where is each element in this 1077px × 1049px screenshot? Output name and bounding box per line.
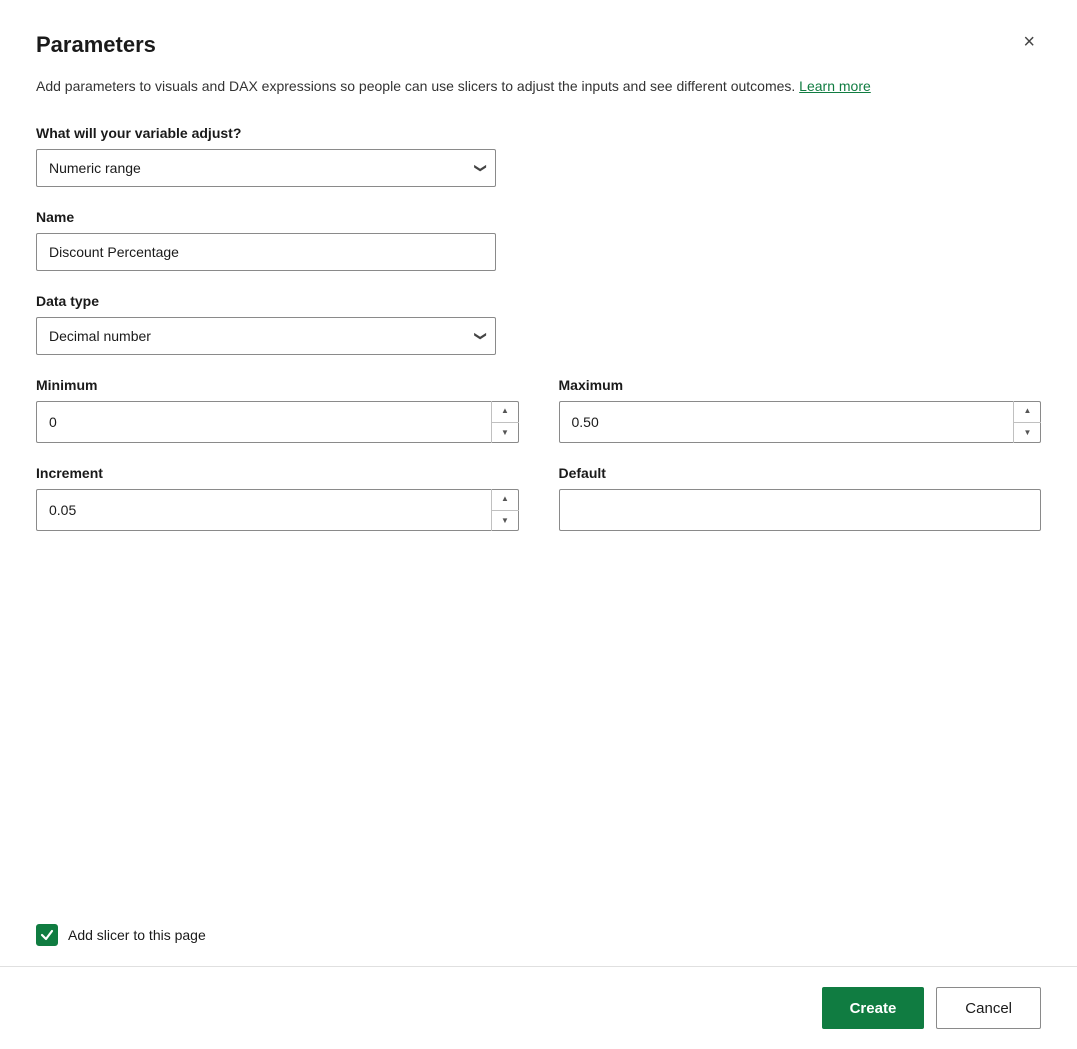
cancel-button[interactable]: Cancel [936,987,1041,1029]
add-slicer-label[interactable]: Add slicer to this page [68,927,206,943]
default-input-wrapper [559,489,1042,531]
increment-label: Increment [36,465,519,481]
default-input[interactable] [559,489,1042,531]
increment-group: Increment ▲ ▼ [36,465,519,531]
data-type-group: Data type Decimal numberWhole numberDate… [36,293,1041,355]
variable-adjust-group: What will your variable adjust? Numeric … [36,125,1041,187]
dialog-header: Parameters × [36,32,1041,58]
minimum-increment-btn[interactable]: ▲ [492,401,519,423]
data-type-select-wrapper: Decimal numberWhole numberDateText ❯ [36,317,496,355]
create-button[interactable]: Create [822,987,925,1029]
minimum-decrement-btn[interactable]: ▼ [492,423,519,444]
variable-label: What will your variable adjust? [36,125,1041,141]
close-button[interactable]: × [1017,30,1041,54]
dialog-body: Parameters × Add parameters to visuals a… [0,0,1077,904]
increment-spinner: ▲ ▼ [491,489,519,531]
parameters-dialog: Parameters × Add parameters to visuals a… [0,0,1077,1049]
learn-more-link[interactable]: Learn more [799,78,871,94]
data-type-select[interactable]: Decimal numberWhole numberDateText [36,317,496,355]
variable-select-wrapper: Numeric rangeList of valuesBoolean ❯ [36,149,496,187]
increment-input[interactable] [36,489,519,531]
increment-default-row: Increment ▲ ▼ Default [36,465,1041,553]
increment-input-wrapper: ▲ ▼ [36,489,519,531]
maximum-input-wrapper: ▲ ▼ [559,401,1042,443]
maximum-input[interactable] [559,401,1042,443]
maximum-decrement-btn[interactable]: ▼ [1014,423,1041,444]
description-text: Add parameters to visuals and DAX expres… [36,76,1041,97]
maximum-label: Maximum [559,377,1042,393]
checkmark-icon [40,928,54,942]
add-slicer-checkbox[interactable] [36,924,58,946]
increment-decrement-btn[interactable]: ▼ [492,511,519,532]
increment-increment-btn[interactable]: ▲ [492,489,519,511]
minimum-label: Minimum [36,377,519,393]
maximum-spinner: ▲ ▼ [1013,401,1041,443]
description-main: Add parameters to visuals and DAX expres… [36,78,795,94]
minimum-group: Minimum ▲ ▼ [36,377,519,443]
variable-select[interactable]: Numeric rangeList of valuesBoolean [36,149,496,187]
maximum-group: Maximum ▲ ▼ [559,377,1042,443]
name-group: Name [36,209,1041,271]
default-label: Default [559,465,1042,481]
data-type-label: Data type [36,293,1041,309]
minimum-spinner: ▲ ▼ [491,401,519,443]
minimum-input[interactable] [36,401,519,443]
default-group: Default [559,465,1042,531]
maximum-increment-btn[interactable]: ▲ [1014,401,1041,423]
name-label: Name [36,209,1041,225]
dialog-title: Parameters [36,32,156,58]
add-slicer-row: Add slicer to this page [0,904,1077,966]
dialog-footer: Create Cancel [0,967,1077,1049]
min-max-row: Minimum ▲ ▼ Maximum ▲ ▼ [36,377,1041,465]
name-input[interactable] [36,233,496,271]
minimum-input-wrapper: ▲ ▼ [36,401,519,443]
